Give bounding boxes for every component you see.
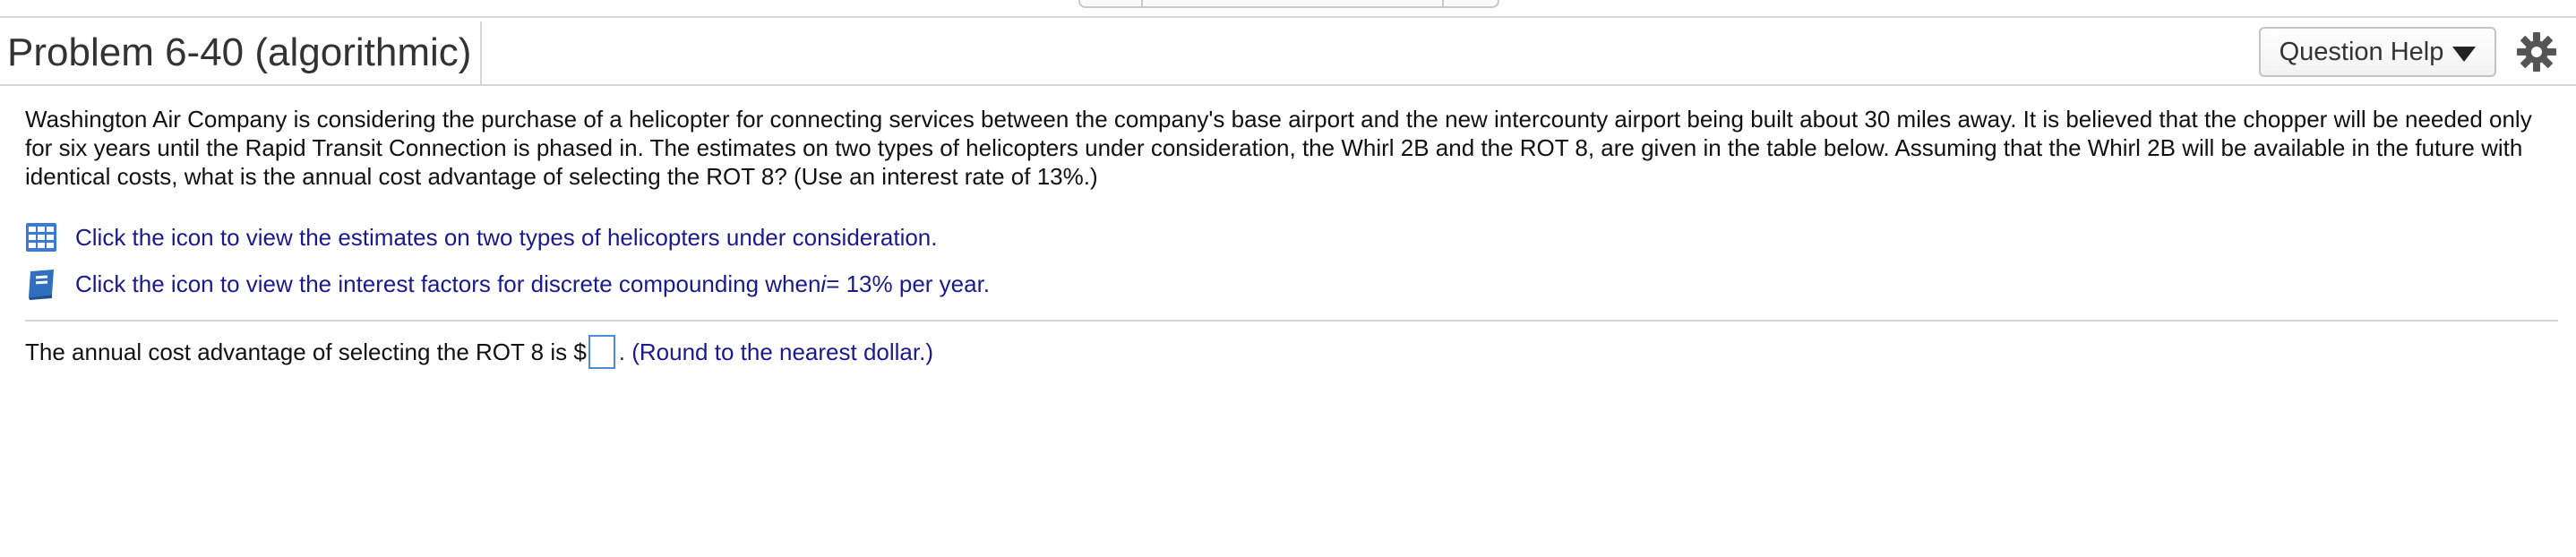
top-tab-stub bbox=[1078, 0, 1499, 8]
answer-input[interactable] bbox=[588, 335, 615, 369]
gear-icon[interactable] bbox=[2515, 30, 2558, 73]
interest-link-prefix[interactable]: Click the icon to view the interest fact… bbox=[75, 270, 820, 298]
interest-link-suffix[interactable]: = 13% per year. bbox=[826, 270, 990, 298]
question-help-label: Question Help bbox=[2279, 37, 2444, 66]
question-header: Problem 6-40 (algorithmic) Question Help bbox=[0, 16, 2576, 86]
question-content: Washington Air Company is considering th… bbox=[25, 105, 2542, 300]
page-title: Problem 6-40 (algorithmic) bbox=[7, 30, 472, 74]
estimates-link-row[interactable]: Click the icon to view the estimates on … bbox=[25, 221, 938, 253]
rounding-note: . (Round to the nearest dollar.) bbox=[618, 338, 933, 365]
problem-statement: Washington Air Company is considering th… bbox=[25, 106, 2532, 190]
page: Problem 6-40 (algorithmic) Question Help… bbox=[0, 0, 2576, 557]
estimates-link-text[interactable]: Click the icon to view the estimates on … bbox=[75, 224, 938, 252]
answer-line: The annual cost advantage of selecting t… bbox=[25, 335, 933, 369]
interest-factors-link-row[interactable]: Click the icon to view the interest fact… bbox=[25, 268, 990, 300]
answer-prefix: The annual cost advantage of selecting t… bbox=[25, 338, 587, 365]
caret-down-icon bbox=[2452, 46, 2477, 62]
book-icon[interactable] bbox=[25, 268, 57, 300]
question-help-button[interactable]: Question Help bbox=[2259, 27, 2496, 77]
title-divider bbox=[480, 21, 482, 84]
table-grid-icon[interactable] bbox=[25, 221, 57, 253]
section-divider bbox=[25, 320, 2558, 321]
